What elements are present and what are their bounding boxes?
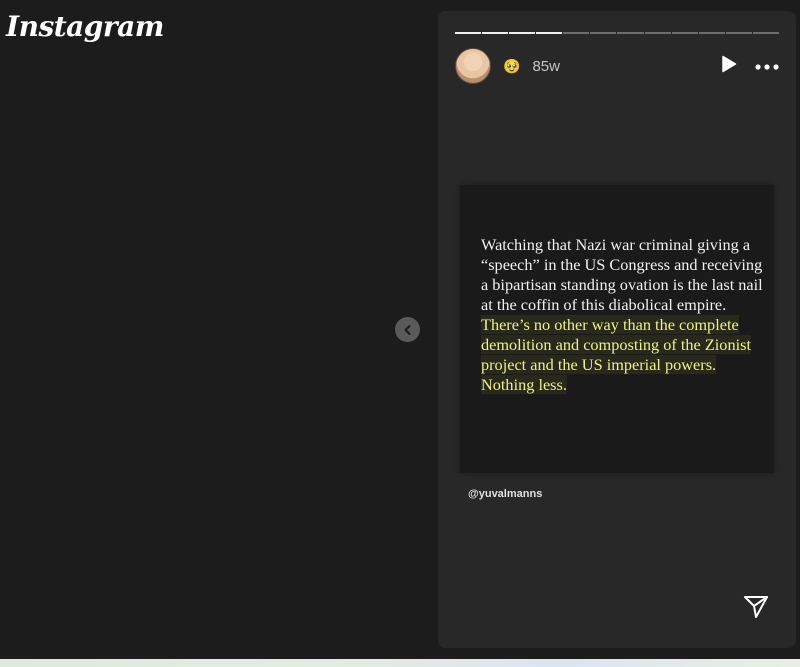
bottom-strip <box>0 659 800 667</box>
progress-segment <box>671 32 698 34</box>
progress-segment <box>482 32 509 34</box>
story-panel[interactable]: 🥹 85w Watching that Nazi war criminal gi… <box>438 11 796 648</box>
progress-segment <box>644 32 671 34</box>
story-progress-bar <box>455 32 779 34</box>
send-button[interactable] <box>742 595 770 624</box>
avatar[interactable] <box>455 48 491 84</box>
chevron-left-icon <box>402 324 414 336</box>
quote-plain-text: Watching that Nazi war criminal giving a… <box>481 235 763 314</box>
progress-segment <box>617 32 644 34</box>
more-horizontal-icon <box>755 57 779 75</box>
more-options-button[interactable] <box>755 57 779 75</box>
progress-segment <box>698 32 725 34</box>
progress-segment <box>455 32 482 34</box>
emoji-icon: 🥹 <box>503 58 521 74</box>
story-header: 🥹 85w <box>455 47 779 85</box>
progress-segment <box>752 32 779 34</box>
progress-segment <box>590 32 617 34</box>
mention-handle[interactable]: @yuvalmanns <box>468 488 542 500</box>
previous-story-button[interactable] <box>395 317 420 342</box>
send-icon <box>743 595 769 624</box>
progress-segment <box>563 32 590 34</box>
story-header-actions <box>721 55 779 78</box>
quote-text: Watching that Nazi war criminal giving a… <box>481 235 766 395</box>
progress-segment <box>536 32 563 34</box>
instagram-story-viewer: Instagram 🥹 85w Watching that Nazi war c… <box>0 0 800 667</box>
play-button[interactable] <box>721 55 737 78</box>
quote-card: Watching that Nazi war criminal giving a… <box>460 185 774 473</box>
progress-segment <box>509 32 536 34</box>
progress-segment <box>725 32 752 34</box>
quote-highlighted-text: There’s no other way than the complete d… <box>481 315 751 394</box>
instagram-logo[interactable]: Instagram <box>6 10 164 43</box>
story-timestamp: 85w <box>532 57 560 75</box>
play-icon <box>721 55 737 78</box>
